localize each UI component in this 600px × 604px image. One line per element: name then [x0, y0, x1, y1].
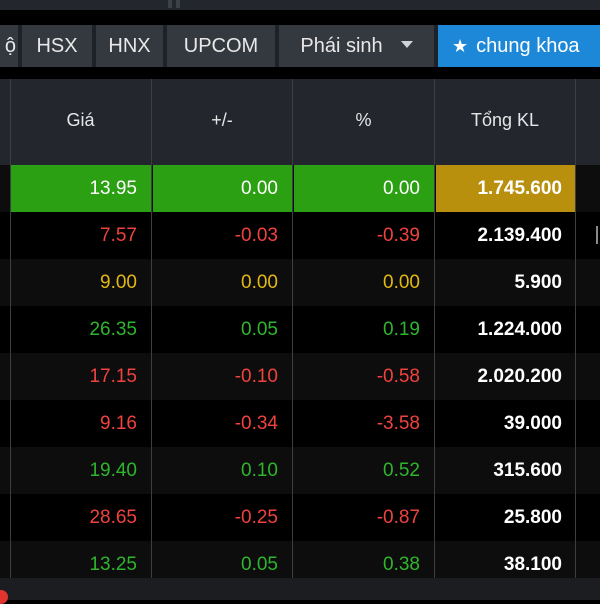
cell-price: 9.16: [100, 413, 137, 434]
cell-change: 0.00: [153, 165, 292, 212]
column-divider: [10, 165, 11, 578]
cell-volume: 25.800: [503, 507, 562, 528]
cell-percent: -0.58: [376, 366, 420, 387]
top-strip: [0, 0, 600, 10]
cell-price: 17.15: [89, 366, 137, 387]
cursor-mark: [596, 226, 598, 244]
cell-volume: 315.600: [493, 460, 562, 481]
column-header-total-volume[interactable]: Tổng KL: [435, 79, 575, 165]
tab-hsx[interactable]: HSX: [22, 25, 92, 67]
top-divider: [176, 0, 180, 8]
table-row[interactable]: 9.00 0.00 0.00 5.900: [0, 259, 600, 306]
table-row[interactable]: 7.57 -0.03 -0.39 2.139.400: [0, 212, 600, 259]
tab-label: Phái sinh: [300, 35, 383, 57]
cell-volume: 1.745.600: [436, 165, 575, 212]
cell-percent: -0.87: [376, 507, 420, 528]
table-row[interactable]: 19.40 0.10 0.52 315.600: [0, 447, 600, 494]
cell-change: -0.03: [234, 225, 278, 246]
cell-change: 0.10: [241, 460, 278, 481]
horizontal-scrollbar[interactable]: [0, 578, 600, 600]
tab-truncated[interactable]: ộ: [0, 25, 18, 67]
table-row[interactable]: 26.35 0.05 0.19 1.224.000: [0, 306, 600, 353]
tab-hnx[interactable]: HNX: [96, 25, 163, 67]
cell-price: 7.57: [100, 225, 137, 246]
cell-change: 0.00: [241, 272, 278, 293]
cell-percent: -0.39: [376, 225, 420, 246]
cell-percent: 0.00: [383, 272, 420, 293]
column-divider: [434, 165, 435, 578]
column-divider: [151, 79, 152, 165]
cell-volume: 2.020.200: [477, 366, 562, 387]
cell-volume: 39.000: [503, 413, 562, 434]
tab-label: UPCOM: [183, 35, 259, 57]
cell-percent: -3.58: [376, 413, 420, 434]
cell-change: 0.05: [241, 319, 278, 340]
notification-dot-icon: [0, 590, 8, 604]
tab-label: chung khoa: [476, 35, 580, 57]
tab-watchlist[interactable]: ★ chung khoa: [438, 25, 600, 67]
cell-change: -0.34: [234, 413, 278, 434]
column-divider: [292, 165, 293, 578]
column-divider: [292, 79, 293, 165]
column-header-percent[interactable]: %: [293, 79, 434, 165]
column-header-change[interactable]: +/-: [152, 79, 292, 165]
column-header-price[interactable]: Giá: [10, 79, 151, 165]
table-row[interactable]: 17.15 -0.10 -0.58 2.020.200: [0, 353, 600, 400]
tab-label: HSX: [36, 35, 78, 57]
cell-volume: 2.139.400: [477, 225, 562, 246]
chevron-down-icon: [400, 41, 413, 49]
column-divider: [575, 165, 576, 578]
cell-price: 19.40: [89, 460, 137, 481]
tab-label: HNX: [108, 35, 151, 57]
cell-percent: 0.00: [294, 165, 434, 212]
cell-price: 9.00: [100, 272, 137, 293]
cell-volume: 1.224.000: [477, 319, 562, 340]
market-tab-bar: ộ HSX HNX UPCOM Phái sinh ★ chung khoa: [0, 25, 600, 67]
tab-label: ộ: [4, 35, 16, 57]
column-divider: [434, 79, 435, 165]
table-row[interactable]: 13.95 0.00 0.00 1.745.600: [0, 165, 600, 212]
table-header: Giá +/- % Tổng KL: [0, 79, 600, 165]
cell-volume: 5.900: [514, 272, 562, 293]
cell-change: -0.10: [234, 366, 278, 387]
star-icon: ★: [452, 36, 469, 56]
cell-percent: 0.19: [383, 319, 420, 340]
top-divider: [168, 0, 172, 8]
cell-percent: 0.52: [383, 460, 420, 481]
cell-price: 28.65: [89, 507, 137, 528]
table-row[interactable]: 9.16 -0.34 -3.58 39.000: [0, 400, 600, 447]
cell-change: -0.25: [234, 507, 278, 528]
column-divider: [575, 79, 576, 165]
cell-price: 26.35: [89, 319, 137, 340]
column-divider: [10, 79, 11, 165]
table-row[interactable]: 28.65 -0.25 -0.87 25.800: [0, 494, 600, 541]
column-divider: [151, 165, 152, 578]
tab-phai-sinh[interactable]: Phái sinh: [279, 25, 434, 67]
cell-price: 13.95: [10, 165, 151, 212]
tab-upcom[interactable]: UPCOM: [167, 25, 275, 67]
